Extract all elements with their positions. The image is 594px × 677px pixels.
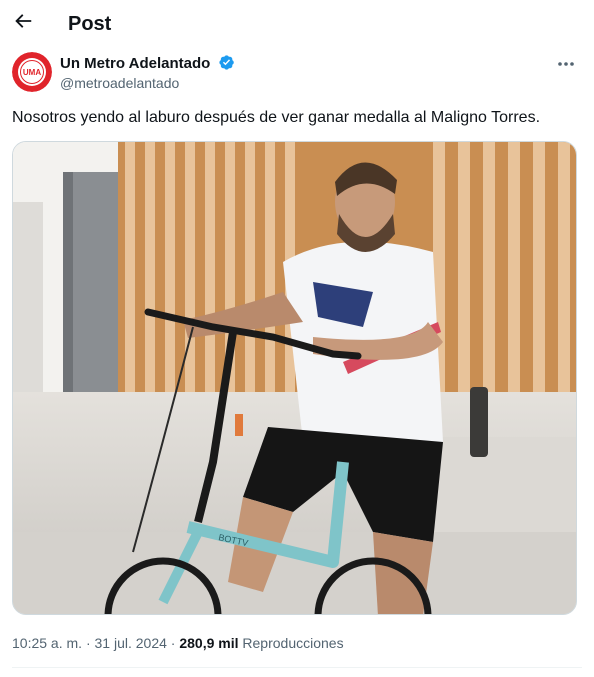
avatar[interactable]: UMA <box>12 52 52 92</box>
divider <box>12 667 582 668</box>
more-horizontal-icon <box>558 62 574 66</box>
post-date[interactable]: 31 jul. 2024 <box>95 635 167 651</box>
back-button[interactable] <box>12 10 34 32</box>
post-meta: 10:25 a. m. · 31 jul. 2024 · 280,9 mil R… <box>12 634 344 652</box>
post-time[interactable]: 10:25 a. m. <box>12 635 82 651</box>
verified-badge-icon <box>219 55 235 70</box>
post-author: UMA Un Metro Adelantado @metroadelantado <box>12 52 582 92</box>
author-name-text[interactable]: Un Metro Adelantado <box>60 55 210 72</box>
author-name[interactable]: Un Metro Adelantado <box>60 54 235 73</box>
avatar-initials: UMA <box>23 68 41 77</box>
page-title: Post <box>68 13 112 35</box>
arrow-left-icon <box>15 14 32 28</box>
post-media-photo[interactable]: BOTTV <box>12 141 577 615</box>
meta-separator: · <box>85 635 91 651</box>
author-handle[interactable]: @metroadelantado <box>60 74 179 92</box>
post-text: Nosotros yendo al laburo después de ver … <box>12 109 541 126</box>
media-illustration: BOTTV <box>13 142 576 614</box>
more-button[interactable] <box>556 56 576 72</box>
post-header: Post <box>0 0 594 48</box>
views-count: 280,9 mil <box>179 635 239 651</box>
meta-separator: · <box>170 635 176 651</box>
views-label: Reproducciones <box>242 635 344 651</box>
uma-logo: UMA <box>12 52 52 92</box>
